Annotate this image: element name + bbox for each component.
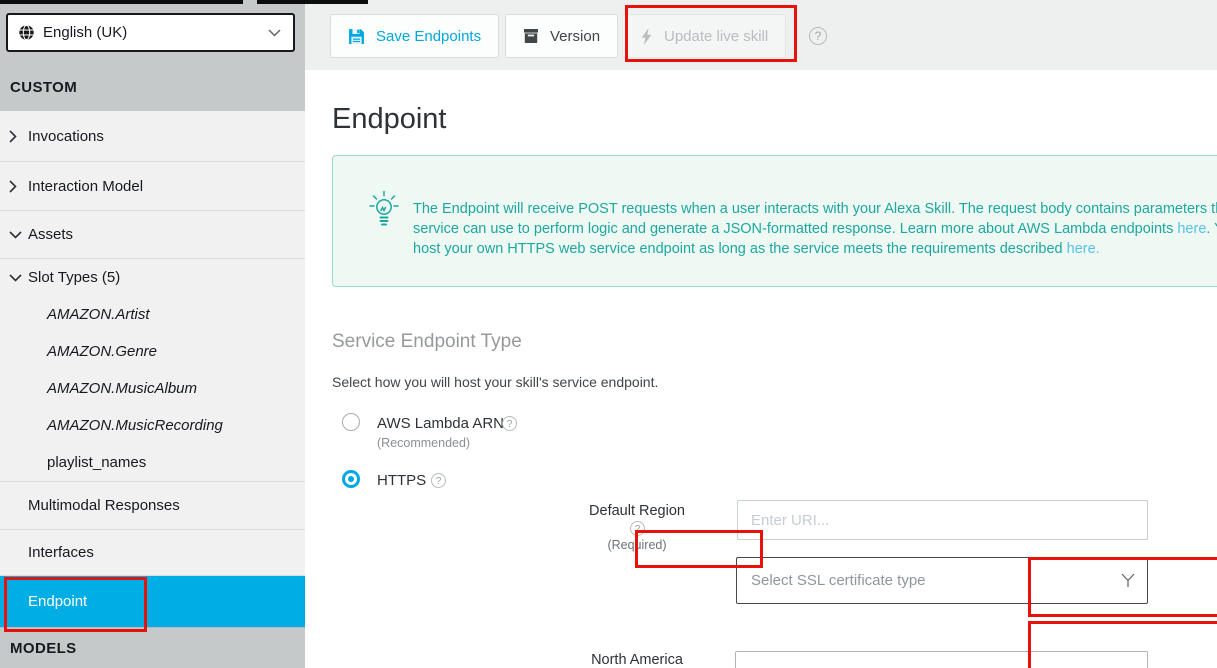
info-line-1: The Endpoint will receive POST requests …	[413, 199, 1217, 219]
sidebar-item-label: Interfaces	[28, 544, 94, 561]
slot-type-label: AMAZON.Genre	[47, 343, 157, 360]
info-line-2-text: service can use to perform logic and gen…	[413, 221, 1177, 237]
sidebar-item-amazon-musicrecording[interactable]: AMAZON.MusicRecording	[0, 407, 305, 444]
help-glyph: ?	[507, 418, 513, 430]
update-live-skill-label: Update live skill	[664, 28, 768, 45]
save-endpoints-label: Save Endpoints	[376, 28, 481, 45]
globe-icon	[18, 24, 35, 41]
here-link[interactable]: here.	[1067, 241, 1100, 257]
sidebar-item-label: Interaction Model	[28, 178, 143, 195]
north-america-label: North America	[562, 652, 712, 668]
slot-type-label: AMAZON.MusicAlbum	[47, 380, 197, 397]
chevron-right-icon	[9, 130, 17, 143]
sidebar-item-assets[interactable]: Assets	[0, 210, 305, 258]
sidebar-item-label: Assets	[28, 226, 73, 243]
service-endpoint-type-subtitle: Select how you will host your skill's se…	[332, 374, 658, 390]
help-glyph: ?	[815, 29, 822, 43]
lightning-icon	[640, 28, 653, 45]
default-region-uri-input[interactable]	[737, 500, 1148, 540]
help-icon[interactable]: ?	[809, 27, 827, 45]
required-note: (Required)	[562, 538, 712, 552]
save-icon	[348, 28, 365, 45]
sidebar-item-label: Slot Types (5)	[28, 269, 120, 286]
help-icon[interactable]: ?	[502, 416, 517, 431]
sidebar-item-label: Invocations	[28, 128, 104, 145]
https-label: HTTPS	[377, 472, 426, 489]
sidebar-item-endpoint[interactable]: Endpoint	[0, 576, 305, 627]
version-label: Version	[550, 28, 600, 45]
chevron-right-icon	[9, 180, 17, 193]
language-selector-value: English (UK)	[43, 24, 127, 41]
help-glyph: ?	[436, 475, 442, 487]
sidebar-header-area: English (UK) CUSTOM	[0, 0, 305, 111]
version-button[interactable]: Version	[505, 14, 618, 58]
sidebar-item-interaction-model[interactable]: Interaction Model	[0, 161, 305, 210]
sidebar-item-interfaces[interactable]: Interfaces	[0, 529, 305, 576]
info-box: The Endpoint will receive POST requests …	[332, 155, 1217, 287]
slot-type-label: AMAZON.MusicRecording	[47, 417, 223, 434]
service-endpoint-type-title: Service Endpoint Type	[332, 331, 522, 353]
sidebar-item-amazon-artist[interactable]: AMAZON.Artist	[0, 296, 305, 333]
section-models-band: MODELS	[0, 627, 305, 668]
north-america-uri-input[interactable]	[735, 651, 1148, 668]
sidebar: English (UK) CUSTOM Invocations Interact…	[0, 0, 305, 668]
info-line-3: host your own HTTPS web service endpoint…	[413, 239, 1217, 259]
sidebar-item-slot-types[interactable]: Slot Types (5)	[0, 258, 305, 296]
info-line-2: service can use to perform logic and gen…	[413, 219, 1217, 239]
language-selector[interactable]: English (UK)	[6, 13, 295, 52]
chevron-down-icon	[268, 29, 281, 37]
update-live-skill-button[interactable]: Update live skill	[622, 14, 786, 58]
sidebar-item-playlist-names[interactable]: playlist_names	[0, 444, 305, 481]
toolbar: Save Endpoints Version Update live skill…	[305, 0, 1217, 70]
section-models: MODELS	[10, 640, 77, 657]
browser-chrome-strip-gap	[243, 0, 257, 4]
chevron-down-icon	[9, 274, 22, 282]
version-box-icon	[523, 28, 539, 44]
recommended-note: (Recommended)	[377, 436, 470, 450]
sidebar-item-amazon-genre[interactable]: AMAZON.Genre	[0, 333, 305, 370]
alexa-developer-console: English (UK) CUSTOM Invocations Interact…	[0, 0, 1217, 668]
here-link[interactable]: here	[1177, 221, 1206, 237]
section-custom: CUSTOM	[10, 79, 77, 96]
help-icon[interactable]: ?	[630, 521, 645, 536]
help-icon[interactable]: ?	[431, 473, 446, 488]
info-line-3-text: host your own HTTPS web service endpoint…	[413, 241, 1067, 257]
page-title: Endpoint	[332, 103, 447, 136]
browser-chrome-strip	[0, 0, 368, 4]
default-region-label: Default Region	[562, 503, 712, 519]
sidebar-item-label: Multimodal Responses	[28, 497, 180, 514]
sidebar-item-invocations[interactable]: Invocations	[0, 111, 305, 161]
aws-lambda-arn-radio[interactable]	[342, 413, 360, 431]
slot-type-label: playlist_names	[47, 454, 146, 471]
sidebar-item-multimodal-responses[interactable]: Multimodal Responses	[0, 481, 305, 529]
main-content: Endpoint The Endpoint will receive POST …	[305, 70, 1217, 668]
info-text: The Endpoint will receive POST requests …	[413, 199, 1217, 259]
help-glyph: ?	[635, 523, 641, 535]
chevron-down-icon	[9, 231, 22, 239]
lightbulb-icon	[368, 190, 400, 234]
https-radio[interactable]	[342, 470, 360, 488]
ssl-certificate-select[interactable]	[736, 557, 1148, 604]
sidebar-item-amazon-musicalbum[interactable]: AMAZON.MusicAlbum	[0, 370, 305, 407]
info-line-2-tail: . You can	[1206, 221, 1217, 237]
sidebar-item-label: Endpoint	[28, 593, 87, 610]
aws-lambda-arn-label: AWS Lambda ARN	[377, 415, 504, 432]
info-line-1-text: The Endpoint will receive POST requests …	[413, 201, 1217, 217]
save-endpoints-button[interactable]: Save Endpoints	[330, 14, 499, 58]
slot-type-label: AMAZON.Artist	[47, 306, 150, 323]
